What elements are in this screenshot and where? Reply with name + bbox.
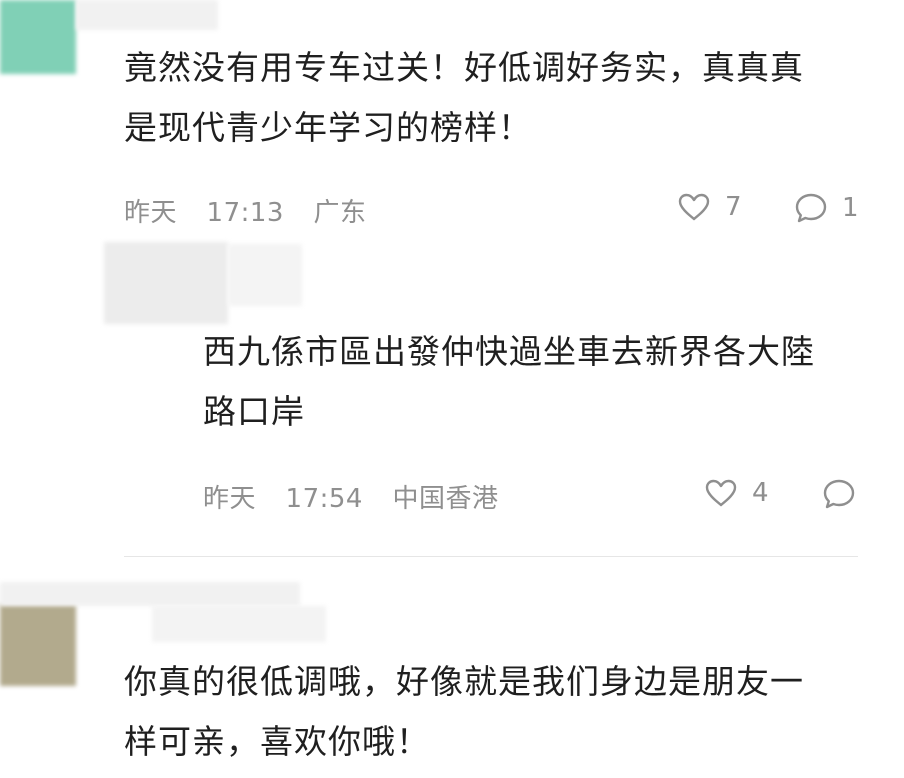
comment-line: 路口岸 <box>203 392 305 431</box>
reply-count: 1 <box>842 193 859 223</box>
comment-meta: 昨天 17:13 广东 <box>124 192 367 229</box>
avatar[interactable] <box>0 604 76 686</box>
comment-line: 竟然没有用专车过关！好低调好务实，真真真 <box>124 48 804 87</box>
username-blurred[interactable] <box>76 0 218 30</box>
comment-time: 17:13 <box>206 198 284 228</box>
comment-text: 你真的很低调哦，好像就是我们身边是朋友一 样可亲，喜欢你哦！ <box>124 652 804 772</box>
speech-bubble-icon <box>822 478 856 510</box>
speech-bubble-icon <box>794 192 828 224</box>
like-count: 7 <box>725 192 742 222</box>
comment-meta: 昨天 17:54 中国香港 <box>203 478 499 515</box>
username-blurred[interactable] <box>152 606 326 642</box>
heart-outline-icon <box>704 478 738 508</box>
comment-location: 中国香港 <box>392 484 499 514</box>
comment-date: 昨天 <box>203 484 257 514</box>
divider <box>124 556 858 557</box>
reply-button[interactable] <box>822 478 856 510</box>
comment-time: 17:54 <box>285 484 363 514</box>
comment-line: 你真的很低调哦，好像就是我们身边是朋友一 <box>124 662 804 701</box>
heart-outline-icon <box>677 192 711 222</box>
username-blurred[interactable] <box>228 244 302 306</box>
comment-line: 是现代青少年学习的榜样！ <box>124 108 532 147</box>
like-count: 4 <box>752 478 769 508</box>
comment-line: 样可亲，喜欢你哦！ <box>124 722 430 761</box>
username-blurred[interactable] <box>0 582 300 606</box>
comment-text: 竟然没有用专车过关！好低调好务实，真真真 是现代青少年学习的榜样！ <box>124 38 804 158</box>
like-button[interactable]: 4 <box>704 478 769 508</box>
avatar[interactable] <box>0 0 76 74</box>
avatar[interactable] <box>104 242 228 324</box>
like-button[interactable]: 7 <box>677 192 742 222</box>
comment-location: 广东 <box>313 198 367 228</box>
reply-button[interactable]: 1 <box>794 192 859 224</box>
comment-line: 西九係市區出發仲快過坐車去新界各大陸 <box>203 332 815 371</box>
comment-date: 昨天 <box>124 198 178 228</box>
comment-text: 西九係市區出發仲快過坐車去新界各大陸 路口岸 <box>203 322 815 442</box>
